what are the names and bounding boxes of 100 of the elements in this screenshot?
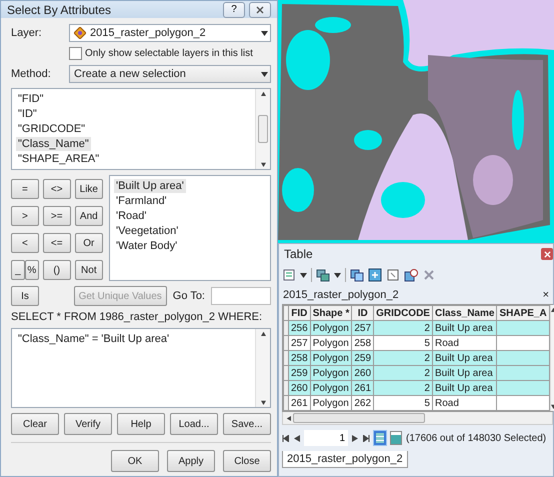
value-item[interactable]: 'Road' — [114, 209, 148, 223]
operator-button[interactable]: () — [42, 260, 71, 280]
operator-button[interactable]: <= — [42, 233, 71, 253]
operator-button[interactable]: <> — [42, 179, 71, 199]
operator-button[interactable]: And — [74, 206, 103, 226]
tab-close[interactable]: × — [542, 289, 549, 301]
operator-button[interactable]: < — [11, 233, 39, 253]
table-cell: Built Up area — [432, 366, 497, 380]
table-bottom-tab[interactable]: 2015_raster_polygon_2 — [282, 451, 408, 468]
field-item[interactable]: "Class_Name" — [16, 137, 91, 151]
table-row[interactable]: 259 Polygon 260 2 Built Up area — [284, 366, 550, 380]
checkbox[interactable] — [69, 47, 82, 60]
scrollbar-thumb[interactable] — [293, 413, 425, 423]
column-header[interactable]: ID — [352, 306, 374, 320]
scrollbar[interactable] — [255, 89, 270, 169]
table-cell: 261 — [288, 396, 310, 410]
goto-field[interactable] — [211, 287, 271, 305]
column-header[interactable]: FID — [288, 306, 310, 320]
table-cell: Polygon — [310, 320, 352, 336]
scroll-down-icon[interactable] — [260, 400, 266, 405]
previous-record-icon[interactable] — [293, 434, 300, 442]
dialog-button[interactable]: Close — [223, 450, 271, 472]
horizontal-scrollbar[interactable] — [282, 412, 553, 425]
scrollbar-thumb[interactable] — [258, 115, 268, 143]
show-all-records-button[interactable] — [374, 431, 386, 445]
related-tables-icon[interactable] — [316, 268, 330, 282]
field-item[interactable]: "ID" — [16, 107, 39, 121]
field-item[interactable]: "SHAPE_AREA" — [16, 152, 102, 166]
table-tab[interactable]: 2015_raster_polygon_2 — [283, 289, 399, 301]
value-item[interactable]: 'Built Up area' — [114, 179, 186, 193]
operator-button[interactable]: >= — [42, 206, 71, 226]
operator-button[interactable]: % — [24, 260, 39, 280]
dialog-button[interactable]: Apply — [167, 450, 215, 472]
value-item[interactable]: 'Veegetation' — [114, 224, 180, 238]
table-title: Table — [284, 247, 313, 261]
scroll-down-icon[interactable] — [550, 404, 554, 409]
scroll-down-icon[interactable] — [260, 162, 266, 167]
table-cell: Polygon — [310, 350, 352, 366]
scroll-left-icon[interactable] — [286, 416, 291, 420]
scroll-up-icon[interactable] — [260, 331, 266, 336]
table-cell: Road — [432, 396, 497, 410]
record-field[interactable]: 1 — [304, 430, 348, 446]
caret-icon[interactable] — [300, 272, 307, 278]
table-cell: 262 — [352, 396, 374, 410]
field-list[interactable]: "FID" "ID" "GRIDCODE" "Class_Name" "SHAPE_AREA" — [11, 88, 271, 170]
show-selected-records-button[interactable] — [390, 431, 402, 445]
operator-button[interactable]: Is — [11, 286, 39, 306]
action-button[interactable]: Load... — [170, 413, 218, 435]
query-label: SELECT * FROM 1986_raster_polygon_2 WHERE: — [11, 311, 264, 323]
scroll-up-icon[interactable] — [260, 91, 266, 96]
method-dropdown[interactable]: Create a new selection — [69, 65, 271, 83]
table-cell: Polygon — [310, 366, 352, 380]
table-cell: 2 — [374, 350, 432, 366]
caret-icon[interactable] — [261, 30, 268, 36]
column-header[interactable]: Class_Name — [432, 306, 497, 320]
action-button[interactable]: Verify — [64, 413, 112, 435]
operator-button[interactable]: = — [11, 179, 39, 199]
operator-button[interactable]: Not — [74, 260, 103, 280]
value-item[interactable]: 'Water Body' — [114, 239, 180, 253]
table-cell: 2 — [374, 366, 432, 380]
column-header[interactable]: Shape * — [310, 306, 352, 320]
close-icon[interactable] — [256, 6, 264, 14]
table-row[interactable]: 261 Polygon 262 5 Road — [284, 396, 550, 410]
table-row[interactable]: 256 Polygon 257 2 Built Up area — [284, 320, 550, 336]
close-button[interactable] — [541, 248, 553, 260]
action-button[interactable]: Help — [117, 413, 165, 435]
layer-label: Layer: — [11, 27, 43, 39]
caret-icon[interactable] — [334, 272, 341, 278]
last-record-icon[interactable] — [363, 434, 370, 442]
operator-button[interactable]: Or — [74, 233, 103, 253]
method-label: Method: — [11, 68, 52, 80]
scrollbar[interactable] — [255, 329, 270, 407]
table-options-icon[interactable] — [282, 268, 296, 282]
values-list[interactable]: 'Built Up area' 'Farmland' 'Road' 'Veegetation' 'Water Body' — [109, 175, 271, 281]
action-button[interactable]: Clear — [11, 413, 59, 435]
scrollbar[interactable] — [550, 305, 554, 411]
table-cell: Built Up area — [432, 320, 497, 336]
layer-dropdown[interactable]: 2015_raster_polygon_2 — [69, 24, 271, 42]
column-header[interactable]: SHAPE_A — [496, 306, 550, 320]
column-header[interactable]: GRIDCODE — [374, 306, 432, 320]
action-button[interactable]: Save... — [223, 413, 271, 435]
next-record-icon[interactable] — [352, 434, 359, 442]
close-button[interactable] — [249, 2, 271, 18]
operator-button[interactable]: > — [11, 206, 39, 226]
table-cell: 2 — [374, 320, 432, 336]
operator-button[interactable]: _ — [11, 260, 25, 280]
table-row[interactable]: 258 Polygon 259 2 Built Up area — [284, 350, 550, 366]
value-item[interactable]: 'Farmland' — [114, 194, 169, 208]
operator-button[interactable]: Like — [74, 179, 103, 199]
expression-field[interactable]: "Class_Name" = 'Built Up area' — [11, 328, 271, 408]
field-item[interactable]: "GRIDCODE" — [16, 122, 88, 136]
field-item[interactable]: "FID" — [16, 92, 46, 106]
table-row[interactable]: 260 Polygon 261 2 Built Up area — [284, 380, 550, 396]
checkbox-label: Only show selectable layers in this list — [85, 48, 253, 59]
first-record-icon[interactable] — [282, 434, 289, 442]
help-button[interactable]: ? — [223, 2, 245, 18]
caret-icon[interactable] — [261, 72, 268, 76]
expression-text: "Class_Name" = 'Built Up area' — [17, 332, 170, 346]
table-cell: Polygon — [310, 380, 352, 396]
dialog-button[interactable]: OK — [111, 450, 159, 472]
